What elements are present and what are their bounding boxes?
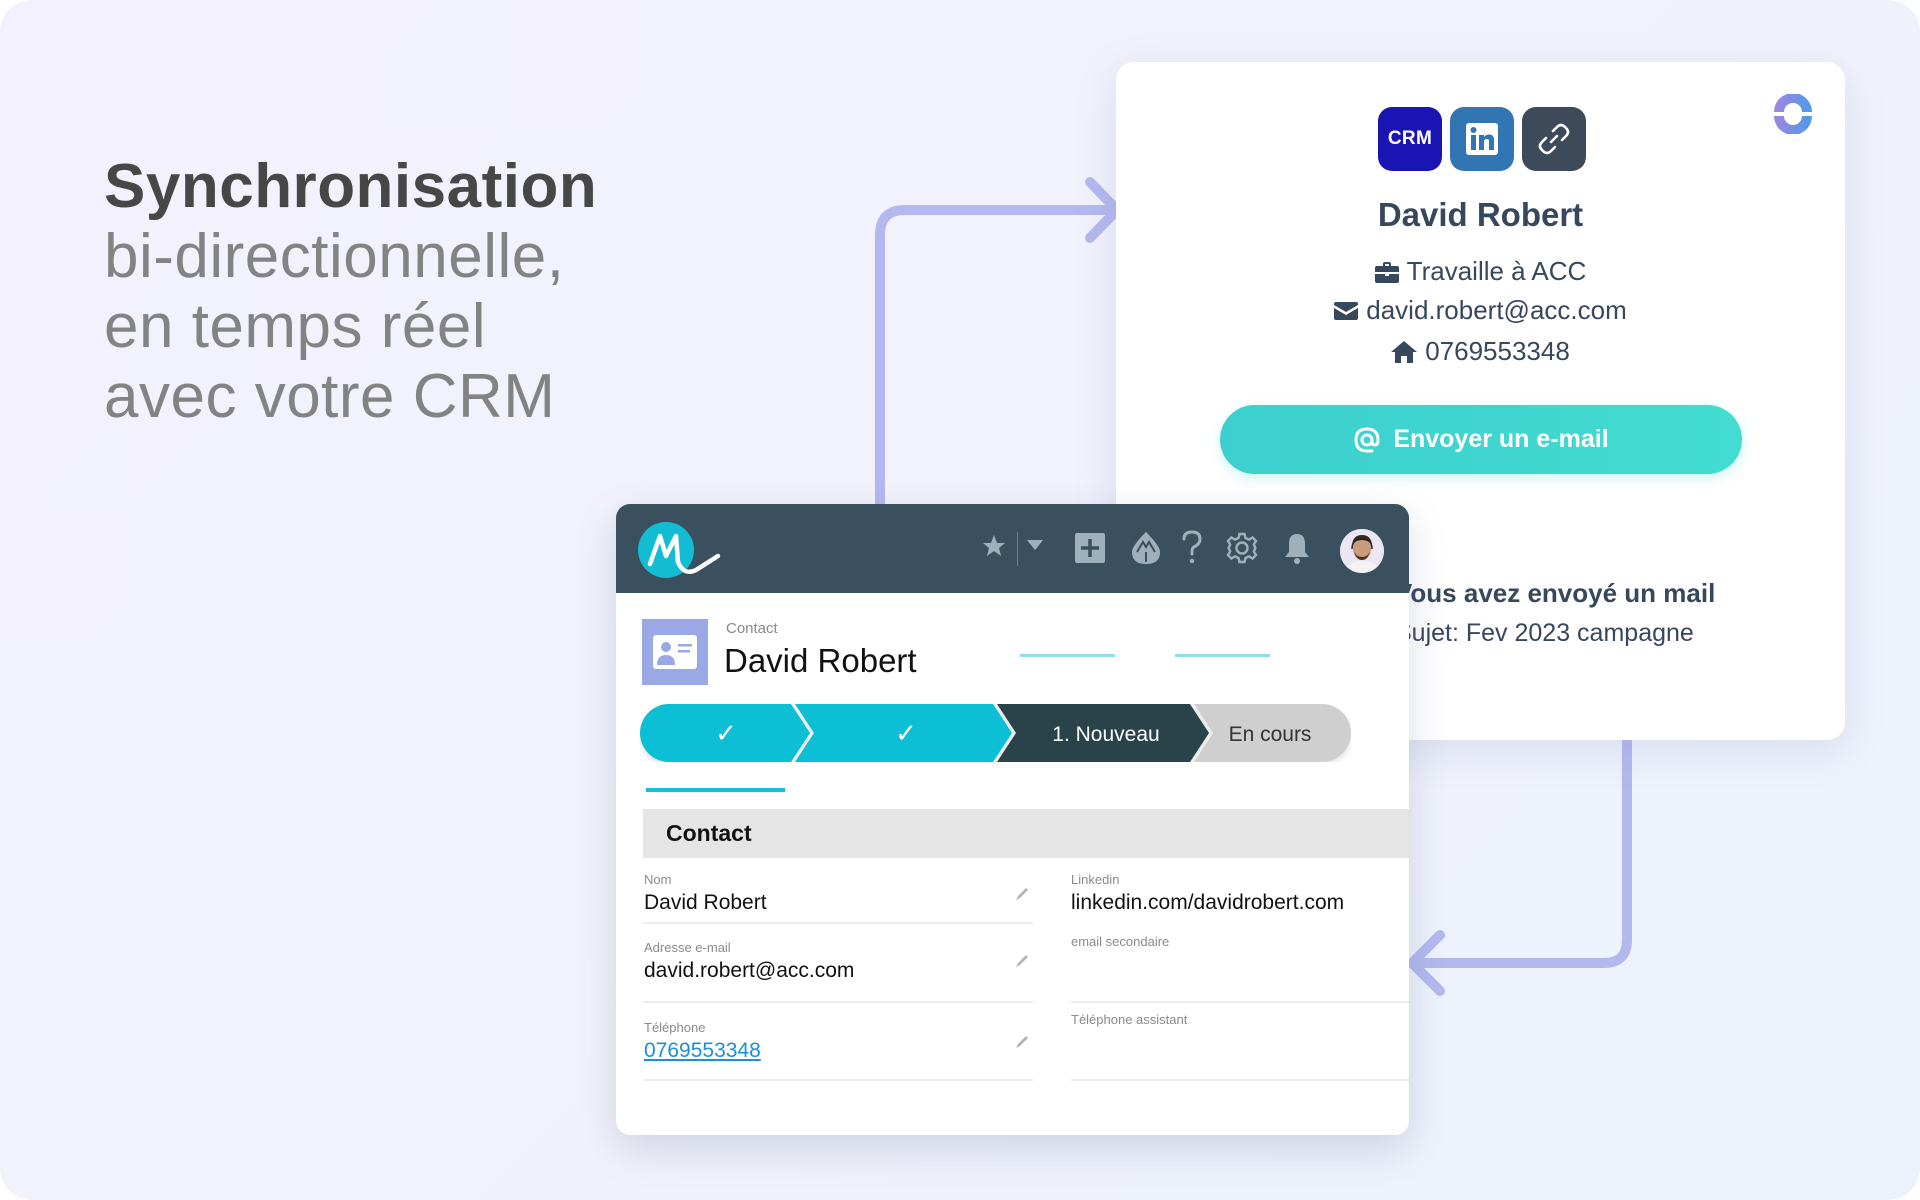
add-icon[interactable] <box>1075 533 1105 563</box>
source-badges: CRM <box>1378 107 1586 171</box>
crm-badge[interactable]: CRM <box>1378 107 1442 171</box>
contact-record-icon <box>642 619 708 685</box>
header-separator <box>1017 532 1018 566</box>
profile-email-text[interactable]: david.robert@acc.com <box>1366 295 1627 326</box>
phone-link[interactable]: 0769553348 <box>644 1039 761 1063</box>
crm-header <box>616 504 1409 593</box>
profile-phone-text[interactable]: 0769553348 <box>1425 336 1570 367</box>
headline-line-3: avec votre CRM <box>104 362 556 431</box>
profile-phone: 0769553348 <box>1116 336 1845 367</box>
briefcase-icon <box>1374 261 1399 283</box>
field-nom[interactable]: Nom David Robert <box>644 872 767 915</box>
envelope-icon <box>1334 301 1359 320</box>
section-header-contact[interactable]: Contact <box>643 809 1409 858</box>
field-divider <box>643 1001 1033 1003</box>
pipeline-stage-3-label: 1. Nouveau <box>1052 723 1159 746</box>
field-email[interactable]: Adresse e-mail david.robert@acc.com <box>644 940 854 983</box>
crm-logo[interactable] <box>638 522 726 578</box>
record-type: Contact <box>726 620 778 637</box>
field-value: david.robert@acc.com <box>644 959 855 982</box>
link-badge[interactable] <box>1522 107 1586 171</box>
profile-name: David Robert <box>1377 196 1584 233</box>
crm-window: Contact David Robert ✓ ✓ 1. Nouveau En c… <box>616 504 1409 1135</box>
activity-subject: Sujet: Fev 2023 campagne <box>1395 619 1694 647</box>
field-divider <box>1071 1001 1409 1003</box>
edit-pencil-icon[interactable] <box>1015 954 1029 968</box>
star-icon[interactable] <box>982 534 1006 558</box>
field-divider <box>643 922 1033 924</box>
field-label: Nom <box>644 872 672 887</box>
field-linkedin[interactable]: Linkedin linkedin.com/davidrobert.com <box>1071 872 1344 915</box>
link-icon <box>1538 123 1570 155</box>
field-label: Linkedin <box>1071 872 1120 887</box>
settings-icon[interactable] <box>1226 532 1258 564</box>
help-icon[interactable] <box>1181 530 1203 564</box>
field-label: email secondaire <box>1071 934 1170 949</box>
profile-work-text: Travaille à ACC <box>1406 256 1587 286</box>
linkedin-badge[interactable] <box>1450 107 1514 171</box>
send-email-label: Envoyer un e-mail <box>1393 425 1609 453</box>
field-value: David Robert <box>644 891 767 914</box>
arrow-to-profile-icon <box>875 177 1122 510</box>
active-tab-indicator[interactable] <box>646 788 785 792</box>
activity-title: Vous avez envoyé un mail <box>1395 578 1716 608</box>
headline-line-1: bi-directionnelle, <box>104 222 565 291</box>
headline-line-2: en temps réel <box>104 292 487 361</box>
field-divider <box>1071 1079 1409 1081</box>
edit-pencil-icon[interactable] <box>1015 1035 1029 1049</box>
at-icon <box>1354 426 1380 452</box>
edit-pencil-icon[interactable] <box>1015 887 1029 901</box>
pipeline-stages: ✓ ✓ 1. Nouveau En cours <box>640 704 1351 762</box>
pipeline-stage-1-label: ✓ <box>715 719 737 749</box>
headline: Synchronisation bi-directionnelle, en te… <box>104 152 664 432</box>
field-email-secondaire[interactable]: email secondaire <box>1071 934 1169 953</box>
profile-email: david.robert@acc.com <box>1116 295 1845 326</box>
profile-work: Travaille à ACC <box>1116 256 1845 287</box>
header-placeholder-1 <box>1020 654 1115 657</box>
sync-ring-icon <box>1774 94 1812 134</box>
crm-icon: CRM <box>1387 128 1433 149</box>
field-telephone[interactable]: Téléphone 0769553348 <box>644 1020 761 1063</box>
arrow-to-crm-icon <box>1407 736 1632 996</box>
field-value: linkedin.com/davidrobert.com <box>1071 891 1345 914</box>
bell-icon[interactable] <box>1284 532 1310 564</box>
record-name: David Robert <box>724 642 917 679</box>
background-canvas: Synchronisation bi-directionnelle, en te… <box>0 0 1920 1200</box>
avatar[interactable] <box>1340 529 1384 573</box>
headline-strong: Synchronisation <box>104 152 598 221</box>
field-telephone-assistant[interactable]: Téléphone assistant <box>1071 1012 1187 1031</box>
field-label: Adresse e-mail <box>644 940 731 955</box>
pipeline-stage-4-label: En cours <box>1229 723 1312 746</box>
field-divider <box>643 1079 1033 1081</box>
field-label: Téléphone assistant <box>1071 1012 1188 1027</box>
header-placeholder-2 <box>1175 654 1270 657</box>
linkedin-icon <box>1466 123 1498 155</box>
send-email-button[interactable]: Envoyer un e-mail <box>1220 405 1742 474</box>
home-icon <box>1391 340 1418 363</box>
field-label: Téléphone <box>644 1020 706 1035</box>
pipeline-stage-2-label: ✓ <box>895 719 917 749</box>
drop-mountain-icon[interactable] <box>1132 532 1160 564</box>
chevron-down-icon[interactable] <box>1027 540 1043 550</box>
